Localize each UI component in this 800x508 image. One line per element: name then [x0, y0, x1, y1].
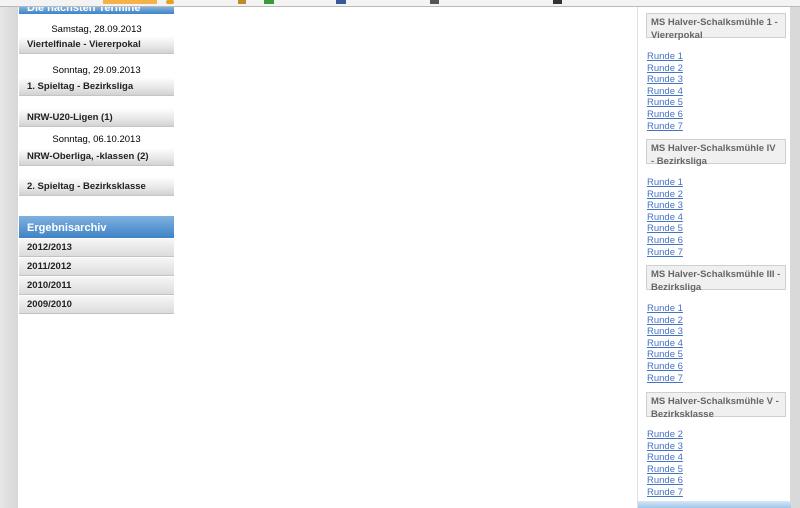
round-link[interactable]: Runde 2 — [647, 315, 683, 327]
event-item[interactable]: 2. Spieltag - Bezirksklasse — [19, 177, 174, 196]
event-item[interactable]: Viertelfinale - Viererpokal — [19, 36, 174, 54]
next-section-header — [638, 501, 791, 508]
archive-item-2009-2010[interactable]: 2009/2010 — [19, 296, 174, 314]
round-link[interactable]: Runde 5 — [647, 223, 683, 235]
event-date: Sonntag, 06.10.2013 — [52, 134, 141, 145]
toolbar-icon[interactable] — [553, 0, 562, 4]
archive-item-2012-2013[interactable]: 2012/2013 — [19, 239, 174, 257]
round-link[interactable]: Runde 6 — [647, 475, 683, 487]
round-link[interactable]: Runde 2 — [647, 429, 683, 441]
round-link[interactable]: Runde 6 — [647, 235, 683, 247]
team-title-4: MS Halver-Schalksmühle IV - Bezirksliga — [646, 139, 786, 167]
round-link[interactable]: Runde 7 — [647, 373, 683, 385]
archive-item-2011-2012[interactable]: 2011/2012 — [19, 258, 174, 276]
archive-item-2010-2011[interactable]: 2010/2011 — [19, 277, 174, 295]
round-link[interactable]: Runde 5 — [647, 97, 683, 109]
event-item[interactable]: NRW-Oberliga, -klassen (2) — [19, 148, 174, 166]
round-link[interactable]: Runde 4 — [647, 338, 683, 350]
event-item[interactable]: NRW-U20-Ligen (1) — [19, 108, 174, 127]
round-link[interactable]: Runde 6 — [647, 361, 683, 373]
toolbar-icon[interactable] — [238, 0, 246, 4]
round-link[interactable]: Runde 1 — [647, 303, 683, 315]
round-link[interactable]: Runde 2 — [647, 189, 683, 201]
toolbar-icon[interactable] — [336, 0, 346, 4]
event-date: Samstag, 28.09.2013 — [51, 24, 142, 35]
toolbar-icon[interactable] — [430, 0, 439, 4]
left-sidebar: Die nächsten Termine Samstag, 28.09.2013… — [19, 0, 174, 315]
right-sidebar: MS Halver-Schalksmühle 1 - Viererpokal R… — [637, 7, 790, 508]
page-background-left — [0, 7, 18, 508]
round-link[interactable]: Runde 3 — [647, 74, 683, 86]
round-link[interactable]: Runde 1 — [647, 177, 683, 189]
team-title-1: MS Halver-Schalksmühle 1 - Viererpokal — [646, 13, 786, 41]
round-link[interactable]: Runde 7 — [647, 247, 683, 259]
round-link[interactable]: Runde 3 — [647, 441, 683, 453]
round-link[interactable]: Runde 4 — [647, 452, 683, 464]
event-item[interactable]: 1. Spieltag - Bezirksliga — [19, 77, 174, 96]
round-link[interactable]: Runde 5 — [647, 349, 683, 361]
round-link[interactable]: Runde 4 — [647, 86, 683, 98]
round-link[interactable]: Runde 6 — [647, 109, 683, 121]
team-title-3: MS Halver-Schalksmühle III - Bezirksliga — [646, 265, 786, 293]
page-background-right — [790, 7, 800, 508]
toolbar-icon[interactable] — [264, 0, 274, 4]
round-link[interactable]: Runde 3 — [647, 326, 683, 338]
round-link[interactable]: Runde 5 — [647, 464, 683, 476]
event-date: Sonntag, 29.09.2013 — [52, 65, 141, 76]
archive-header: Ergebnisarchiv — [19, 216, 174, 238]
round-link[interactable]: Runde 4 — [647, 212, 683, 224]
round-link[interactable]: Runde 3 — [647, 200, 683, 212]
round-link[interactable]: Runde 1 — [647, 51, 683, 63]
team-title-5: MS Halver-Schalksmühle V - Bezirksklasse — [646, 392, 786, 420]
round-link[interactable]: Runde 7 — [647, 487, 683, 499]
round-link[interactable]: Runde 2 — [647, 63, 683, 75]
termine-header: Die nächsten Termine — [19, 7, 174, 14]
round-link[interactable]: Runde 7 — [647, 121, 683, 133]
